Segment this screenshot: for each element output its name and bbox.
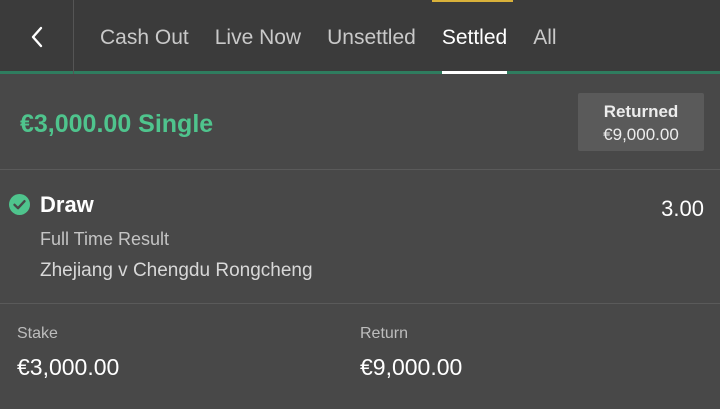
top-nav-bar: Cash Out Live Now Unsettled Settled All (0, 0, 720, 74)
selection-name: Draw (40, 192, 94, 217)
bet-header: €3,000.00 Single Returned €9,000.00 (0, 77, 720, 170)
returned-status-badge: Returned €9,000.00 (578, 93, 704, 151)
tab-all[interactable]: All (533, 0, 556, 74)
return-value: €9,000.00 (360, 354, 463, 380)
selection-market: Full Time Result (40, 229, 170, 249)
stake-value: €3,000.00 (17, 354, 120, 380)
tab-unsettled[interactable]: Unsettled (327, 0, 416, 74)
chevron-left-icon (31, 26, 42, 48)
return-label: Return (360, 325, 409, 342)
bet-selection: Draw 3.00 Full Time Result Zhejiang v Ch… (0, 171, 720, 304)
tab-settled[interactable]: Settled (431, 0, 514, 74)
selection-event: Zhejiang v Chengdu Rongcheng (40, 260, 313, 281)
selection-odds: 3.00 (661, 196, 704, 221)
returned-label: Returned (603, 102, 679, 121)
bet-filter-tabs: Cash Out Live Now Unsettled Settled All (100, 0, 583, 74)
tab-live-now[interactable]: Live Now (215, 0, 301, 74)
back-button[interactable] (0, 0, 74, 74)
tab-cash-out[interactable]: Cash Out (100, 0, 189, 74)
stake-label: Stake (17, 325, 58, 342)
bet-summary: Stake €3,000.00 Return €9,000.00 (0, 305, 720, 409)
bet-title: €3,000.00 Single (20, 110, 214, 138)
returned-amount: €9,000.00 (603, 125, 679, 144)
check-circle-icon (9, 194, 30, 215)
